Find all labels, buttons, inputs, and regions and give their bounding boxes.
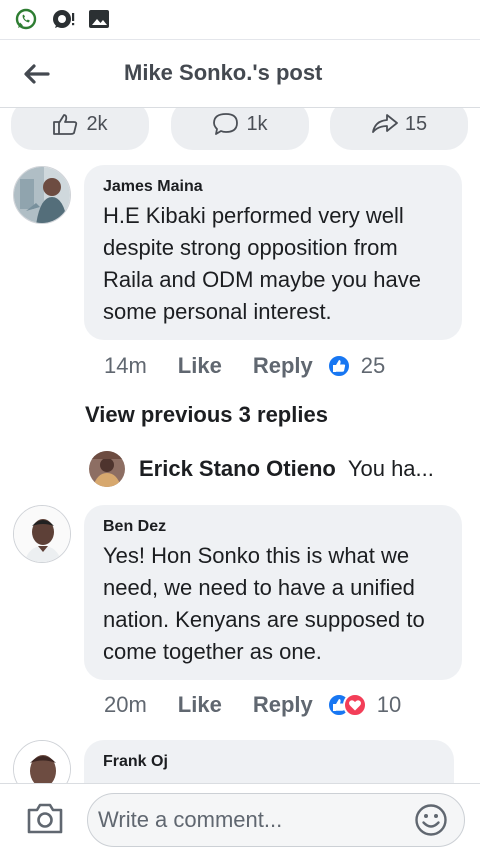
comment-like-button[interactable]: Like <box>178 692 222 718</box>
comment-actions: 14m Like Reply 25 <box>104 351 385 381</box>
post-comment-button[interactable]: 1k <box>171 108 309 150</box>
comment-like-button[interactable]: Like <box>178 353 222 379</box>
comment-actions: 20m Like Reply 10 <box>104 690 401 720</box>
share-count: 15 <box>404 113 428 135</box>
comment-time: 20m <box>104 692 147 717</box>
post-like-button[interactable]: 2k <box>11 108 149 150</box>
avatar[interactable] <box>13 166 71 224</box>
comment-input[interactable] <box>87 793 465 847</box>
camera-icon[interactable] <box>26 801 64 835</box>
view-previous-replies[interactable]: View previous 3 replies <box>85 402 328 428</box>
back-button[interactable] <box>18 56 54 92</box>
comment-author[interactable]: James Maina <box>103 177 444 197</box>
comment-author[interactable]: Ben Dez <box>103 517 444 537</box>
comment-reply-button[interactable]: Reply <box>253 353 313 379</box>
arrow-left-icon <box>24 64 50 84</box>
comment-bubble[interactable]: James Maina H.E Kibaki performed very we… <box>84 165 462 340</box>
status-bar <box>0 0 480 40</box>
comments-feed[interactable]: 2k 1k 15 James Maina H.E Kibaki performe… <box>0 108 480 783</box>
comment-bubble[interactable]: Frank Oj <box>84 740 454 783</box>
comment-time: 14m <box>104 353 147 378</box>
whatsapp-icon <box>15 8 37 30</box>
comment-icon <box>213 113 239 135</box>
comment-text: H.E Kibaki performed very well despite s… <box>103 203 421 324</box>
avatar[interactable] <box>13 740 71 783</box>
chat-bubble-icon <box>53 10 75 28</box>
comment-author[interactable]: Frank Oj <box>103 752 436 772</box>
like-reaction-icon <box>326 354 351 378</box>
reply-snippet: You ha... <box>347 456 434 481</box>
post-share-button[interactable]: 15 <box>330 108 468 150</box>
gallery-icon <box>89 10 109 28</box>
smiley-icon[interactable] <box>414 803 448 837</box>
like-count: 2k <box>86 113 108 135</box>
comment-bubble[interactable]: Ben Dez Yes! Hon Sonko this is what we n… <box>84 505 462 680</box>
latest-reply[interactable]: Erick Stano Otieno You ha... <box>89 451 449 487</box>
comment-reply-button[interactable]: Reply <box>253 692 313 718</box>
reply-author[interactable]: Erick Stano Otieno <box>139 456 336 482</box>
share-icon <box>371 114 398 133</box>
avatar[interactable] <box>13 505 71 563</box>
comment-count: 1k <box>246 113 268 135</box>
post-header: Mike Sonko.'s post <box>0 40 480 108</box>
page-title: Mike Sonko.'s post <box>124 60 323 85</box>
comment-composer <box>0 783 480 854</box>
avatar[interactable] <box>89 451 125 487</box>
thumbs-up-icon <box>53 114 78 135</box>
reaction-count[interactable]: 25 <box>361 353 385 379</box>
reaction-count[interactable]: 10 <box>377 692 401 718</box>
comment-text: Yes! Hon Sonko this is what we need, we … <box>103 543 425 664</box>
love-reaction-icon <box>342 693 367 717</box>
